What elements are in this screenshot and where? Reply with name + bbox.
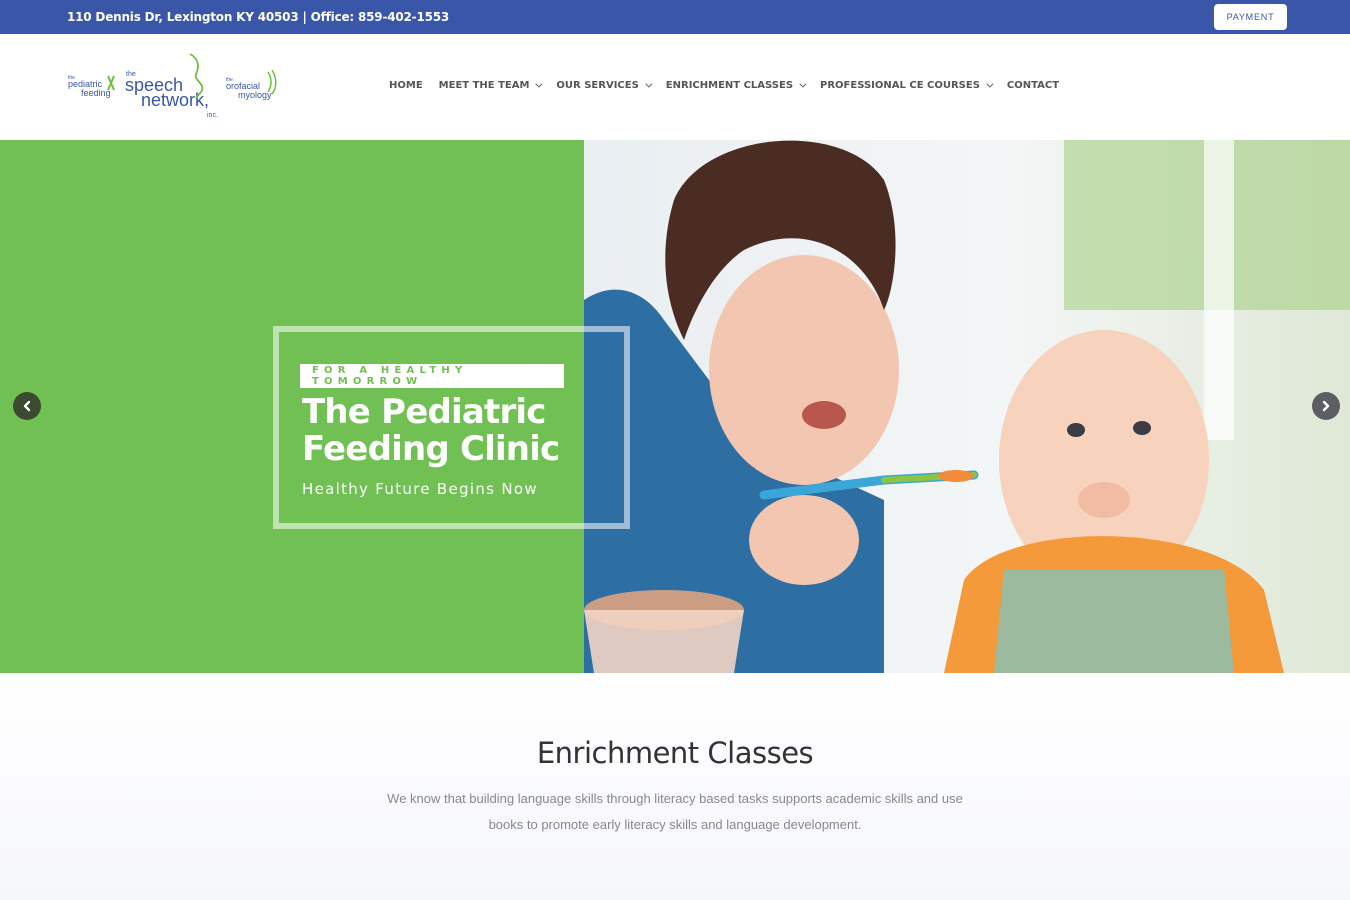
section-description: We know that building language skills th… xyxy=(375,786,975,838)
nav-contact[interactable]: CONTACT xyxy=(1007,80,1059,91)
chevron-left-icon xyxy=(23,400,31,412)
site-header: the pediatric feeding the speech network… xyxy=(0,34,1350,140)
nav-home-label: HOME xyxy=(389,80,423,91)
nav-professional-ce-courses-label: PROFESSIONAL CE COURSES xyxy=(820,80,980,91)
nav-professional-ce-courses[interactable]: PROFESSIONAL CE COURSES xyxy=(820,80,994,91)
hero-slider: FOR A HEALTHY TOMORROW The Pediatric Fee… xyxy=(0,140,1350,673)
slider-next-button[interactable] xyxy=(1312,392,1340,420)
logo-left-2: feeding xyxy=(81,88,111,98)
hero-title-line2: Feeding Clinic xyxy=(302,429,560,469)
section-description-line2: books to promote early literacy skills a… xyxy=(488,817,862,832)
chevron-right-icon xyxy=(1322,400,1330,412)
hero-photo xyxy=(584,140,1350,673)
nav-meet-the-team-label: MEET THE TEAM xyxy=(438,80,530,91)
chevron-down-icon xyxy=(986,80,994,88)
contact-info: 110 Dennis Dr, Lexington KY 40503 | Offi… xyxy=(67,10,450,24)
chevron-down-icon xyxy=(535,80,543,88)
nav-contact-label: CONTACT xyxy=(1006,80,1060,91)
main-nav: HOME MEET THE TEAM OUR SERVICES ENRICHME… xyxy=(389,80,1075,91)
nav-enrichment-classes[interactable]: ENRICHMENT CLASSES xyxy=(665,80,807,91)
chevron-down-icon xyxy=(645,80,653,88)
site-logo[interactable]: the pediatric feeding the speech network… xyxy=(66,52,281,122)
section-description-line1: We know that building language skills th… xyxy=(387,791,963,806)
nav-our-services[interactable]: OUR SERVICES xyxy=(556,80,653,91)
top-info-bar: 110 Dennis Dr, Lexington KY 40503 | Offi… xyxy=(0,0,1350,34)
slider-prev-button[interactable] xyxy=(13,392,41,420)
payment-button[interactable]: PAYMENT xyxy=(1214,4,1287,30)
mother-feeding-baby-image xyxy=(584,140,1350,673)
logo-center-2: network, xyxy=(141,90,209,110)
hero-title-line1: The Pediatric xyxy=(302,392,546,432)
hero-title: The Pediatric Feeding Clinic xyxy=(302,394,592,468)
enrichment-section: Enrichment Classes We know that building… xyxy=(0,673,1350,900)
logo-right-2: myology xyxy=(238,90,272,100)
nav-enrichment-classes-label: ENRICHMENT CLASSES xyxy=(665,80,794,91)
logo-wave-mark xyxy=(267,69,277,95)
hero-subtitle: Healthy Future Begins Now xyxy=(302,480,538,498)
nav-home[interactable]: HOME xyxy=(389,80,423,91)
logo-center-3: inc. xyxy=(207,112,218,119)
section-title: Enrichment Classes xyxy=(536,736,814,770)
nav-meet-the-team[interactable]: MEET THE TEAM xyxy=(438,80,543,91)
chevron-down-icon xyxy=(799,80,807,88)
logo-graphic: the pediatric feeding the speech network… xyxy=(68,53,277,119)
logo-x-mark xyxy=(107,75,115,91)
nav-our-services-label: OUR SERVICES xyxy=(556,80,639,91)
hero-tagline: FOR A HEALTHY TOMORROW xyxy=(300,364,564,388)
